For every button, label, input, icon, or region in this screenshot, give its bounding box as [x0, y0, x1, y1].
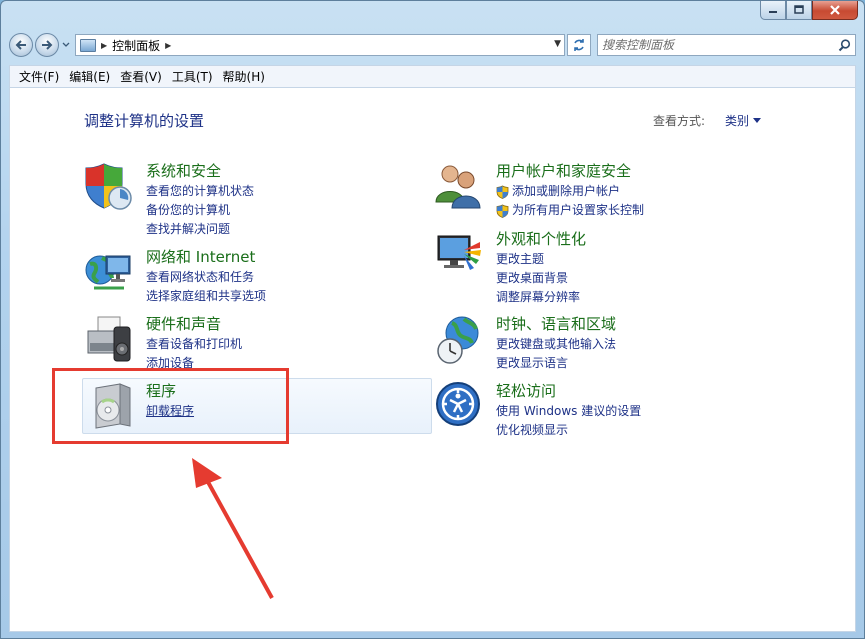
- category-title[interactable]: 外观和个性化: [496, 228, 586, 250]
- link-change-display-language[interactable]: 更改显示语言: [496, 354, 616, 373]
- recent-pages-dropdown[interactable]: [61, 42, 71, 48]
- link-text[interactable]: 为所有用户设置家长控制: [512, 201, 644, 220]
- annotation-highlight-rectangle: [52, 368, 289, 444]
- category-title[interactable]: 时钟、语言和区域: [496, 313, 616, 335]
- users-icon: [435, 165, 481, 209]
- category-title[interactable]: 轻松访问: [496, 380, 641, 402]
- minimize-icon: [769, 11, 777, 13]
- maximize-icon: [794, 5, 804, 14]
- link-troubleshoot[interactable]: 查找并解决问题: [146, 220, 254, 239]
- close-icon: [830, 5, 840, 15]
- menu-file[interactable]: 文件(F): [14, 68, 64, 85]
- navigation-bar: ▶ 控制面板 ▶ ▼: [9, 31, 856, 59]
- search-icon[interactable]: [838, 38, 851, 52]
- control-panel-window: ▶ 控制面板 ▶ ▼ 文件(F) 编辑(E) 查看(V) 工具(T) 帮助(H)…: [0, 0, 865, 639]
- address-bar[interactable]: ▶ 控制面板 ▶ ▼: [75, 34, 565, 56]
- link-change-theme[interactable]: 更改主题: [496, 250, 586, 269]
- menu-help[interactable]: 帮助(H): [218, 68, 270, 85]
- forward-button[interactable]: [35, 33, 59, 57]
- link-add-remove-accounts[interactable]: 添加或删除用户帐户: [496, 182, 644, 201]
- refresh-button[interactable]: [567, 34, 591, 56]
- printer-icon: [87, 316, 131, 362]
- ease-of-access-icon: [436, 382, 480, 426]
- view-by-dropdown[interactable]: 类别: [725, 112, 749, 129]
- category-title[interactable]: 用户帐户和家庭安全: [496, 160, 644, 182]
- link-text[interactable]: 添加或删除用户帐户: [512, 182, 620, 201]
- refresh-icon: [574, 39, 584, 51]
- breadcrumb-separator-icon[interactable]: ▶: [101, 41, 107, 50]
- link-view-computer-status[interactable]: 查看您的计算机状态: [146, 182, 254, 201]
- link-devices-printers[interactable]: 查看设备和打印机: [146, 335, 242, 354]
- back-button[interactable]: [9, 33, 33, 57]
- link-change-background[interactable]: 更改桌面背景: [496, 269, 586, 288]
- view-by-label: 查看方式:: [652, 114, 705, 128]
- menu-tools[interactable]: 工具(T): [167, 68, 218, 85]
- forward-arrow-icon: [42, 40, 53, 50]
- control-panel-icon: [80, 38, 96, 52]
- menu-edit[interactable]: 编辑(E): [64, 68, 115, 85]
- search-input[interactable]: [602, 38, 838, 52]
- uac-shield-icon: [496, 185, 509, 199]
- link-backup-computer[interactable]: 备份您的计算机: [146, 201, 254, 220]
- chevron-down-icon[interactable]: [753, 118, 761, 123]
- category-title[interactable]: 网络和 Internet: [146, 246, 266, 268]
- uac-shield-icon: [496, 204, 509, 218]
- search-box[interactable]: [597, 34, 856, 56]
- link-change-input-method[interactable]: 更改键盘或其他输入法: [496, 335, 616, 354]
- menu-view[interactable]: 查看(V): [115, 68, 167, 85]
- link-windows-suggested-settings[interactable]: 使用 Windows 建议的设置: [496, 402, 641, 421]
- globe-clock-icon: [437, 316, 479, 364]
- caption-buttons: [760, 1, 858, 20]
- close-button[interactable]: [812, 1, 858, 20]
- link-network-status[interactable]: 查看网络状态和任务: [146, 268, 266, 287]
- back-arrow-icon: [15, 40, 26, 50]
- monitor-icon: [437, 235, 481, 270]
- page-title: 调整计算机的设置: [84, 112, 205, 130]
- link-screen-resolution[interactable]: 调整屏幕分辨率: [496, 288, 586, 307]
- maximize-button[interactable]: [786, 1, 812, 20]
- link-parental-controls[interactable]: 为所有用户设置家长控制: [496, 201, 644, 220]
- minimize-button[interactable]: [760, 1, 786, 20]
- breadcrumb-separator-icon[interactable]: ▶: [165, 41, 171, 50]
- link-homegroup-sharing[interactable]: 选择家庭组和共享选项: [146, 287, 266, 306]
- menu-bar: 文件(F) 编辑(E) 查看(V) 工具(T) 帮助(H): [9, 65, 856, 87]
- chevron-down-icon: [62, 42, 70, 47]
- category-title[interactable]: 硬件和声音: [146, 313, 242, 335]
- breadcrumb-item[interactable]: 控制面板: [112, 37, 160, 54]
- shield-icon: [85, 163, 132, 210]
- link-optimize-video-display[interactable]: 优化视频显示: [496, 421, 641, 440]
- address-dropdown-icon[interactable]: ▼: [554, 39, 561, 49]
- network-icon: [85, 255, 131, 290]
- content-pane: 调整计算机的设置 查看方式: 类别 系统和安全 查看您的计算机状态 备份您的计算…: [9, 87, 856, 632]
- category-title[interactable]: 系统和安全: [146, 160, 254, 182]
